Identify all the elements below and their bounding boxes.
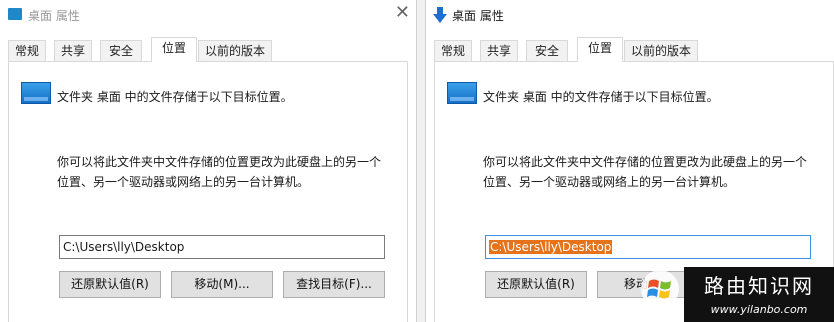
instructions-text: 你可以将此文件夹中文件存储的位置更改为此硬盘上的另一个 位置、另一个驱动器或网络… bbox=[57, 152, 387, 192]
desktop-folder-icon bbox=[447, 82, 477, 104]
tab-security[interactable]: 安全 bbox=[526, 40, 568, 61]
down-arrow-icon bbox=[433, 7, 447, 23]
instructions-line-2: 位置、另一个驱动器或网络上的另一台计算机。 bbox=[57, 175, 310, 189]
tab-location[interactable]: 位置 bbox=[577, 37, 623, 62]
watermark-title: 路由知识网 bbox=[704, 274, 814, 298]
title-bar: 桌面 属性 ✕ bbox=[0, 0, 416, 30]
instructions-text: 你可以将此文件夹中文件存储的位置更改为此硬盘上的另一个 位置、另一个驱动器或网络… bbox=[483, 152, 813, 192]
left-properties-window: 桌面 属性 ✕ 常规 共享 安全 位置 以前的版本 文件夹 桌面 中的文件存储于… bbox=[0, 0, 416, 322]
location-description: 文件夹 桌面 中的文件存储于以下目标位置。 bbox=[57, 90, 293, 104]
move-button[interactable]: 移动(M)... bbox=[171, 271, 273, 298]
find-target-button[interactable]: 查找目标(F)... bbox=[283, 271, 385, 298]
tab-sharing[interactable]: 共享 bbox=[54, 40, 92, 61]
close-icon[interactable]: ✕ bbox=[395, 3, 410, 23]
instructions-line-1: 你可以将此文件夹中文件存储的位置更改为此硬盘上的另一个 bbox=[57, 155, 382, 169]
desktop-folder-icon bbox=[21, 82, 51, 104]
selected-path-text: C:\Users\lly\Desktop bbox=[489, 240, 613, 254]
site-watermark: 路由知识网 www.yilanbo.com bbox=[684, 267, 834, 322]
instructions-line-2: 位置、另一个驱动器或网络上的另一台计算机。 bbox=[483, 175, 736, 189]
window-title: 桌面 属性 bbox=[28, 9, 80, 23]
tab-general[interactable]: 常规 bbox=[8, 40, 46, 61]
restore-default-button[interactable]: 还原默认值(R) bbox=[485, 271, 587, 298]
watermark-url: www.yilanbo.com bbox=[710, 303, 808, 316]
title-bar: 桌面 属性 bbox=[426, 0, 834, 30]
restore-default-button[interactable]: 还原默认值(R) bbox=[59, 271, 161, 298]
tab-security[interactable]: 安全 bbox=[100, 40, 142, 61]
tab-previous-versions[interactable]: 以前的版本 bbox=[198, 40, 272, 61]
tab-general[interactable]: 常规 bbox=[434, 40, 472, 61]
tab-location[interactable]: 位置 bbox=[151, 37, 197, 62]
tab-bar: 常规 共享 安全 位置 以前的版本 bbox=[426, 37, 834, 62]
tab-previous-versions[interactable]: 以前的版本 bbox=[624, 40, 698, 61]
location-path-input[interactable]: C:\Users\lly\Desktop bbox=[485, 235, 811, 259]
location-description: 文件夹 桌面 中的文件存储于以下目标位置。 bbox=[483, 90, 719, 104]
instructions-line-1: 你可以将此文件夹中文件存储的位置更改为此硬盘上的另一个 bbox=[483, 155, 808, 169]
location-path-input[interactable]: C:\Users\lly\Desktop bbox=[59, 235, 385, 259]
window-divider bbox=[416, 0, 426, 322]
windows-logo-icon bbox=[641, 270, 679, 308]
window-title: 桌面 属性 bbox=[452, 9, 504, 23]
location-tab-content: 文件夹 桌面 中的文件存储于以下目标位置。 你可以将此文件夹中文件存储的位置更改… bbox=[8, 61, 408, 322]
folder-icon bbox=[8, 8, 22, 20]
tab-bar: 常规 共享 安全 位置 以前的版本 bbox=[0, 37, 416, 62]
tab-sharing[interactable]: 共享 bbox=[480, 40, 518, 61]
